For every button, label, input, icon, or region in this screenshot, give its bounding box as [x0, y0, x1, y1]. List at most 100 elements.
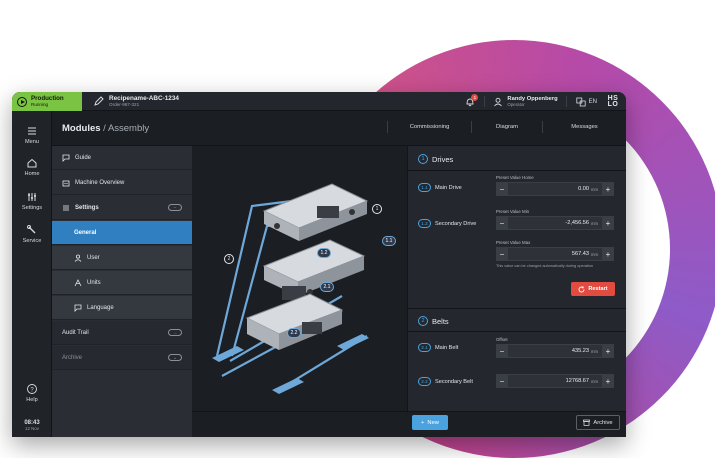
- diagram-label-2[interactable]: 2: [224, 254, 234, 264]
- recipe-info[interactable]: Recipename-ABC-1234 Order-987-321: [94, 95, 179, 107]
- diagram-label-2-2[interactable]: 2.2: [287, 328, 301, 338]
- chat-icon: [62, 154, 70, 162]
- top-bar: Production Running Recipename-ABC-1234 O…: [12, 92, 626, 111]
- machine-diagram[interactable]: 1 1.1 1.2 2 2.1 2.2: [192, 146, 407, 437]
- secondary-min-value[interactable]: -2,456.56: [565, 220, 589, 226]
- decrement-button[interactable]: −: [496, 247, 508, 261]
- tab-diagram[interactable]: Diagram: [471, 121, 542, 133]
- expand-toggle[interactable]: ⌄: [168, 354, 182, 361]
- increment-button[interactable]: +: [602, 374, 614, 388]
- side-nav: Guide Machine Overview Settings − Genera…: [52, 146, 192, 437]
- decrement-button[interactable]: −: [496, 374, 508, 388]
- secondary-min-stepper[interactable]: − -2,456.56 mm +: [496, 216, 614, 230]
- plus-icon: +: [421, 419, 425, 426]
- archive-icon: [583, 419, 591, 426]
- user-icon: [494, 97, 503, 106]
- nav-settings[interactable]: Settings −: [52, 196, 192, 220]
- user-menu[interactable]: Randy Oppenberg Operator: [484, 96, 567, 107]
- increment-button[interactable]: +: [602, 247, 614, 261]
- hmi-window: Production Running Recipename-ABC-1234 O…: [12, 92, 626, 437]
- archive-button[interactable]: Archive: [576, 415, 620, 430]
- conveyor-top: [262, 183, 369, 241]
- restart-button[interactable]: Restart: [571, 282, 615, 296]
- notification-badge: 1: [471, 93, 479, 101]
- main-drive-label: 1.1 Main Drive: [418, 183, 462, 192]
- rail-home[interactable]: Home: [12, 157, 52, 177]
- collapse-toggle[interactable]: −: [168, 204, 182, 211]
- drives-heading: 1 Drives: [418, 154, 453, 164]
- diagram-label-1-1[interactable]: 1.1: [382, 236, 396, 246]
- language-selector[interactable]: EN: [576, 97, 597, 107]
- main-belt-stepper[interactable]: − 435.23 mm +: [496, 344, 614, 358]
- increment-button[interactable]: +: [602, 344, 614, 358]
- offset-label: Offset: [496, 337, 508, 342]
- preset-home-label: Preset Value Home: [496, 175, 534, 180]
- sliders-icon: [63, 204, 69, 211]
- page-header: Modules / Assembly Commissioning Diagram…: [52, 111, 626, 146]
- nav-user[interactable]: User: [52, 246, 192, 270]
- tab-commissioning[interactable]: Commissioning: [387, 121, 471, 133]
- conveyor-middle: [262, 239, 366, 300]
- nav-archive[interactable]: Archive ⌄: [52, 346, 192, 370]
- decrement-button[interactable]: −: [496, 216, 508, 230]
- secondary-belt-label: 2.2 Secondary Belt: [418, 377, 473, 386]
- left-rail: Menu Home Settings Service ? Help 08:43 …: [12, 111, 52, 437]
- hamburger-icon: [28, 127, 36, 135]
- main-belt-label: 2.1 Main Belt: [418, 343, 458, 352]
- units-icon: [74, 278, 82, 286]
- preset-min-label: Preset Value Min: [496, 209, 530, 214]
- increment-button[interactable]: +: [602, 216, 614, 230]
- main-drive-stepper[interactable]: − 0.00 mm +: [496, 182, 614, 196]
- brand-logo: HS LO: [607, 94, 619, 108]
- user-role: Operator: [507, 102, 525, 107]
- secondary-drive-label: 1.2 Secondary Drive: [418, 219, 476, 228]
- page-title: Modules: [62, 123, 101, 134]
- pen-icon: [94, 96, 104, 106]
- user-icon: [74, 254, 82, 262]
- diagram-label-2-1[interactable]: 2.1: [320, 282, 334, 292]
- wrench-icon: [27, 225, 36, 234]
- recipe-order: Order-987-321: [109, 102, 140, 107]
- new-button[interactable]: + New: [412, 415, 448, 430]
- secondary-max-value[interactable]: 567.43: [572, 251, 589, 257]
- main-belt-value[interactable]: 435.23: [572, 348, 589, 354]
- settings-panel: 1 Drives 1.1 Main Drive Preset Value Home …: [407, 146, 626, 437]
- play-icon: [17, 96, 27, 107]
- clock: 08:43 12 Nov: [24, 420, 40, 431]
- nav-general[interactable]: General: [52, 221, 192, 245]
- chat-icon: [74, 304, 82, 312]
- status-state: Running: [31, 102, 49, 107]
- footer-bar: [192, 411, 626, 437]
- nav-language[interactable]: Language: [52, 296, 192, 320]
- rail-menu[interactable]: Menu: [12, 125, 52, 145]
- secondary-max-stepper[interactable]: − 567.43 mm +: [496, 247, 614, 261]
- secondary-belt-stepper[interactable]: − 12768.67 mm +: [496, 374, 614, 388]
- decrement-button[interactable]: −: [496, 344, 508, 358]
- preset-max-label: Preset Value Max: [496, 240, 531, 245]
- nav-machine-overview[interactable]: Machine Overview: [52, 171, 192, 195]
- nav-guide[interactable]: Guide: [52, 146, 192, 170]
- translate-icon: [576, 97, 586, 106]
- sliders-icon: [28, 193, 36, 201]
- nav-units[interactable]: Units: [52, 271, 192, 295]
- main-drive-value[interactable]: 0.00: [578, 186, 589, 192]
- increment-button[interactable]: +: [602, 182, 614, 196]
- svg-text:?: ?: [30, 387, 34, 393]
- rail-service[interactable]: Service: [12, 224, 52, 244]
- home-icon: [27, 158, 37, 168]
- tab-messages[interactable]: Messages: [542, 121, 626, 133]
- notification-button[interactable]: 1: [465, 93, 479, 107]
- production-status[interactable]: Production Running: [12, 92, 82, 111]
- language-code: EN: [588, 98, 597, 105]
- breadcrumb: Modules / Assembly: [62, 123, 150, 134]
- expand-toggle[interactable]: →: [168, 329, 182, 336]
- rail-settings[interactable]: Settings: [12, 191, 52, 211]
- decrement-button[interactable]: −: [496, 182, 508, 196]
- rail-help[interactable]: ? Help: [12, 383, 52, 403]
- conveyor-illustration: [212, 183, 369, 394]
- diagram-label-1[interactable]: 1: [372, 204, 382, 214]
- diagram-label-1-2[interactable]: 1.2: [317, 248, 331, 258]
- secondary-belt-value[interactable]: 12768.67: [566, 378, 589, 384]
- nav-audit-trail[interactable]: Audit Trail →: [52, 321, 192, 345]
- help-icon: ?: [27, 384, 37, 394]
